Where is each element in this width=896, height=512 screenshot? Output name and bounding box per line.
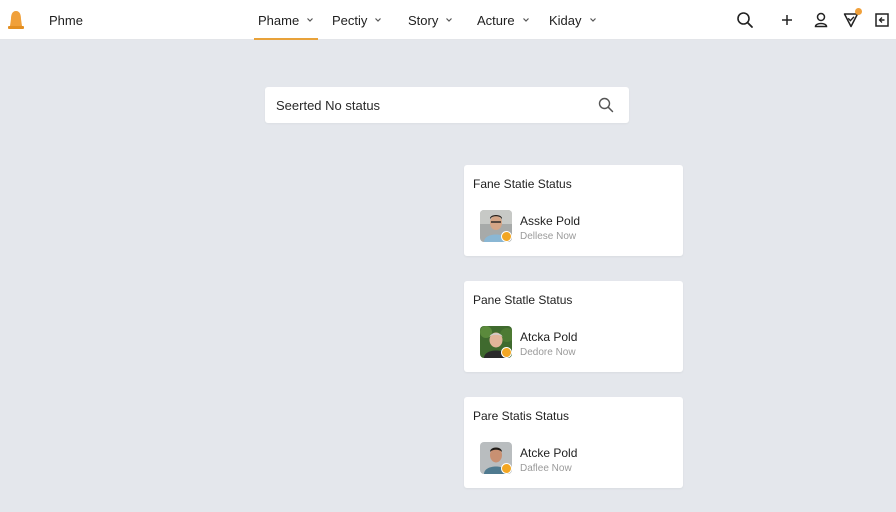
status-card[interactable]: Fane Statie Status Asske Pold Dellese No… [464,165,683,256]
chevron-down-icon [522,18,529,22]
status-badge [501,231,512,242]
brand-name: Phme [49,13,83,28]
notification-button[interactable] [841,8,862,30]
chevron-down-icon [446,18,453,22]
search-icon[interactable] [735,10,755,30]
card-title: Pare Statis Status [473,409,570,423]
user-name: Atcka Pold [520,330,578,344]
tab-acture[interactable]: Acture [477,0,530,40]
status-card[interactable]: Pare Statis Status Atcke Pold Daflee Now [464,397,683,488]
user-name: Atcke Pold [520,446,578,460]
tab-pectiy[interactable]: Pectiy [332,0,382,40]
user-icon[interactable] [811,10,831,30]
user-status-text: Dellese Now [520,231,577,242]
notification-dot [855,8,862,15]
search-bar [265,87,629,123]
exit-icon[interactable] [872,10,892,30]
card-title: Pane Statle Status [473,293,573,307]
tab-label: Kiday [549,12,582,28]
user-status-text: Daflee Now [520,463,572,474]
tab-phame[interactable]: Phame [253,0,319,40]
search-input[interactable] [276,87,576,123]
chevron-down-icon [307,18,314,22]
tab-label: Story [408,12,439,28]
top-bar: Phme Phame Pectiy Story Acture Kiday [0,0,896,40]
tab-story[interactable]: Story [408,0,453,40]
plus-icon[interactable] [777,10,797,30]
chevron-down-icon [589,18,596,22]
search-icon[interactable] [597,96,615,114]
status-badge [501,463,512,474]
chevron-down-icon [375,18,382,22]
user-status-text: Dedore Now [520,347,576,358]
tab-label: Pectiy [332,12,368,28]
bell-logo-icon [8,11,24,29]
tab-label: Phame [258,12,300,28]
status-card[interactable]: Pane Statle Status Atcka Pold Dedore Now [464,281,683,372]
status-badge [501,347,512,358]
tab-kiday[interactable]: Kiday [549,0,597,40]
tab-label: Acture [477,12,515,28]
user-name: Asske Pold [520,214,581,228]
card-title: Fane Statie Status [473,177,572,191]
brand[interactable]: Phme [6,9,83,31]
